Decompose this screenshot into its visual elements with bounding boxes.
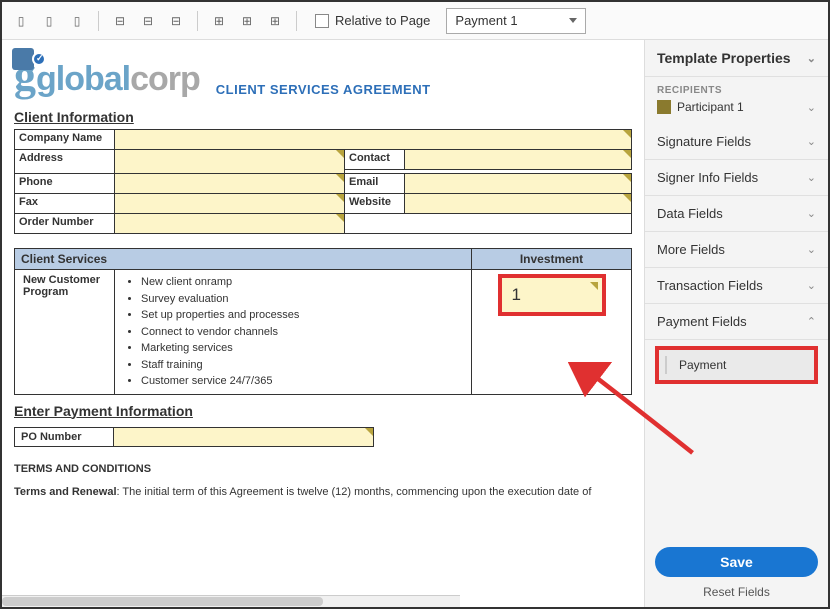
service-item: New client onramp bbox=[141, 274, 463, 291]
terms-body-text: Terms and Renewal: The initial term of t… bbox=[14, 485, 632, 499]
recipient-color-swatch bbox=[657, 100, 671, 114]
document-canvas[interactable]: g globalcorp CLIENT SERVICES AGREEMENT C… bbox=[2, 40, 644, 607]
website-field[interactable] bbox=[405, 194, 632, 214]
po-number-field[interactable] bbox=[114, 427, 374, 447]
chevron-down-icon bbox=[569, 18, 577, 23]
dropdown-value: Payment 1 bbox=[455, 13, 517, 28]
align-tool-3[interactable]: ▯ bbox=[66, 10, 88, 32]
email-field[interactable] bbox=[405, 174, 632, 194]
fax-label: Fax bbox=[15, 194, 115, 214]
client-info-table: Company Name Address Contact Phone Email… bbox=[14, 129, 632, 234]
align-center-icon[interactable]: ⊟ bbox=[137, 10, 159, 32]
service-item: Marketing services bbox=[141, 340, 463, 357]
relative-to-page-checkbox[interactable]: Relative to Page bbox=[315, 13, 430, 28]
address-field[interactable] bbox=[115, 150, 345, 174]
horizontal-scrollbar[interactable] bbox=[2, 595, 460, 607]
service-item: Staff training bbox=[141, 357, 463, 374]
separator bbox=[197, 11, 198, 31]
payment-info-heading: Enter Payment Information bbox=[14, 403, 632, 419]
order-number-label: Order Number bbox=[15, 214, 115, 234]
data-fields-section[interactable]: Data Fields ⌄ bbox=[645, 196, 828, 232]
chevron-down-icon: ⌄ bbox=[807, 135, 816, 148]
chevron-down-icon: ⌄ bbox=[807, 52, 816, 65]
align-tool-1[interactable]: ▯ bbox=[10, 10, 32, 32]
signature-fields-section[interactable]: Signature Fields ⌄ bbox=[645, 124, 828, 160]
program-name: New Customer Program bbox=[15, 270, 115, 395]
payment-field-item[interactable]: Payment bbox=[655, 346, 818, 384]
distribute-2-icon[interactable]: ⊞ bbox=[236, 10, 258, 32]
contact-label: Contact bbox=[345, 150, 405, 170]
field-selector-dropdown[interactable]: Payment 1 bbox=[446, 8, 586, 34]
save-button[interactable]: Save bbox=[655, 547, 818, 577]
separator bbox=[296, 11, 297, 31]
email-label: Email bbox=[345, 174, 405, 194]
investment-payment-field[interactable]: 1 bbox=[498, 274, 606, 316]
po-number-label: PO Number bbox=[14, 427, 114, 447]
payment-fields-section[interactable]: Payment Fields ⌃ bbox=[645, 304, 828, 340]
chevron-down-icon: ⌄ bbox=[807, 243, 816, 256]
investment-header: Investment bbox=[472, 249, 632, 270]
phone-label: Phone bbox=[15, 174, 115, 194]
company-logo: g globalcorp bbox=[14, 50, 200, 101]
reset-fields-link[interactable]: Reset Fields bbox=[645, 581, 828, 607]
services-header: Client Services bbox=[15, 249, 472, 270]
service-item: Connect to vendor channels bbox=[141, 324, 463, 341]
phone-field[interactable] bbox=[115, 174, 345, 194]
template-properties-section[interactable]: Template Properties ⌄ bbox=[645, 40, 828, 77]
separator bbox=[98, 11, 99, 31]
checkbox-icon bbox=[315, 14, 329, 28]
company-field[interactable] bbox=[115, 130, 632, 150]
distribute-3-icon[interactable]: ⊞ bbox=[264, 10, 286, 32]
address-label: Address bbox=[15, 150, 115, 174]
chevron-down-icon: ⌄ bbox=[807, 279, 816, 292]
service-item: Set up properties and processes bbox=[141, 307, 463, 324]
transaction-fields-section[interactable]: Transaction Fields ⌄ bbox=[645, 268, 828, 304]
services-list-cell: New client onrampSurvey evaluationSet up… bbox=[115, 270, 472, 395]
recipients-label: RECIPIENTS bbox=[645, 77, 828, 98]
document-title: CLIENT SERVICES AGREEMENT bbox=[216, 82, 431, 97]
services-table: Client Services Investment New Customer … bbox=[14, 248, 632, 395]
align-tool-2[interactable]: ▯ bbox=[38, 10, 60, 32]
chevron-down-icon: ⌄ bbox=[807, 101, 816, 114]
recipient-row[interactable]: Participant 1 ⌄ bbox=[645, 98, 828, 124]
terms-heading: TERMS AND CONDITIONS bbox=[14, 463, 632, 475]
order-number-field[interactable] bbox=[115, 214, 345, 234]
chevron-down-icon: ⌄ bbox=[807, 171, 816, 184]
distribute-1-icon[interactable]: ⊞ bbox=[208, 10, 230, 32]
toolbar: ▯ ▯ ▯ ⊟ ⊟ ⊟ ⊞ ⊞ ⊞ Relative to Page Payme… bbox=[2, 2, 828, 40]
align-right-icon[interactable]: ⊟ bbox=[165, 10, 187, 32]
company-label: Company Name bbox=[15, 130, 115, 150]
properties-sidebar: Template Properties ⌄ RECIPIENTS Partici… bbox=[644, 40, 828, 607]
relative-label: Relative to Page bbox=[335, 13, 430, 28]
align-left-icon[interactable]: ⊟ bbox=[109, 10, 131, 32]
chevron-down-icon: ⌄ bbox=[807, 207, 816, 220]
more-fields-section[interactable]: More Fields ⌄ bbox=[645, 232, 828, 268]
chevron-up-icon: ⌃ bbox=[807, 315, 816, 328]
fax-field[interactable] bbox=[115, 194, 345, 214]
website-label: Website bbox=[345, 194, 405, 214]
client-info-heading: Client Information bbox=[14, 109, 632, 125]
signer-info-fields-section[interactable]: Signer Info Fields ⌄ bbox=[645, 160, 828, 196]
service-item: Customer service 24/7/365 bbox=[141, 373, 463, 390]
contact-field[interactable] bbox=[405, 150, 632, 170]
service-item: Survey evaluation bbox=[141, 291, 463, 308]
